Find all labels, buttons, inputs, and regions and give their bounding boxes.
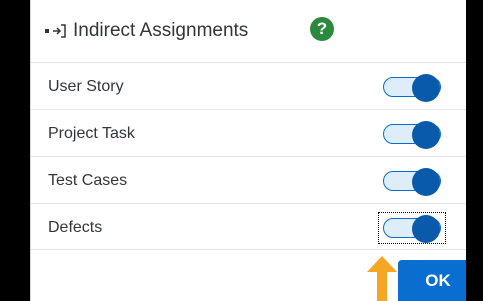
- collapse-arrow-icon[interactable]: [44, 22, 66, 40]
- list-item-project-task: Project Task: [31, 109, 466, 157]
- row-label: User Story: [48, 78, 124, 95]
- list-item-test-cases: Test Cases: [31, 156, 466, 204]
- list-item-defects: Defects: [31, 203, 466, 251]
- panel-header: Indirect Assignments ?: [31, 0, 466, 62]
- switch-knob: [412, 215, 440, 243]
- row-label: Project Task: [48, 125, 135, 142]
- user-story-toggle[interactable]: [381, 74, 443, 102]
- test-cases-toggle[interactable]: [381, 168, 443, 196]
- row-label: Defects: [48, 219, 103, 236]
- pointer-arrow-icon: [367, 256, 397, 301]
- switch-knob: [412, 168, 440, 196]
- project-task-toggle[interactable]: [381, 121, 443, 149]
- switch-knob: [412, 121, 440, 149]
- panel-footer: OK: [31, 249, 466, 301]
- screen: Indirect Assignments ? User Story Projec…: [0, 0, 483, 301]
- help-icon[interactable]: ?: [310, 17, 334, 41]
- indirect-assignments-panel: Indirect Assignments ? User Story Projec…: [30, 0, 466, 301]
- list-item-user-story: User Story: [31, 62, 466, 110]
- row-label: Test Cases: [48, 172, 128, 189]
- ok-button[interactable]: OK: [398, 260, 466, 301]
- panel-title: Indirect Assignments: [73, 20, 249, 41]
- defects-toggle[interactable]: [378, 212, 446, 244]
- switch-knob: [412, 74, 440, 102]
